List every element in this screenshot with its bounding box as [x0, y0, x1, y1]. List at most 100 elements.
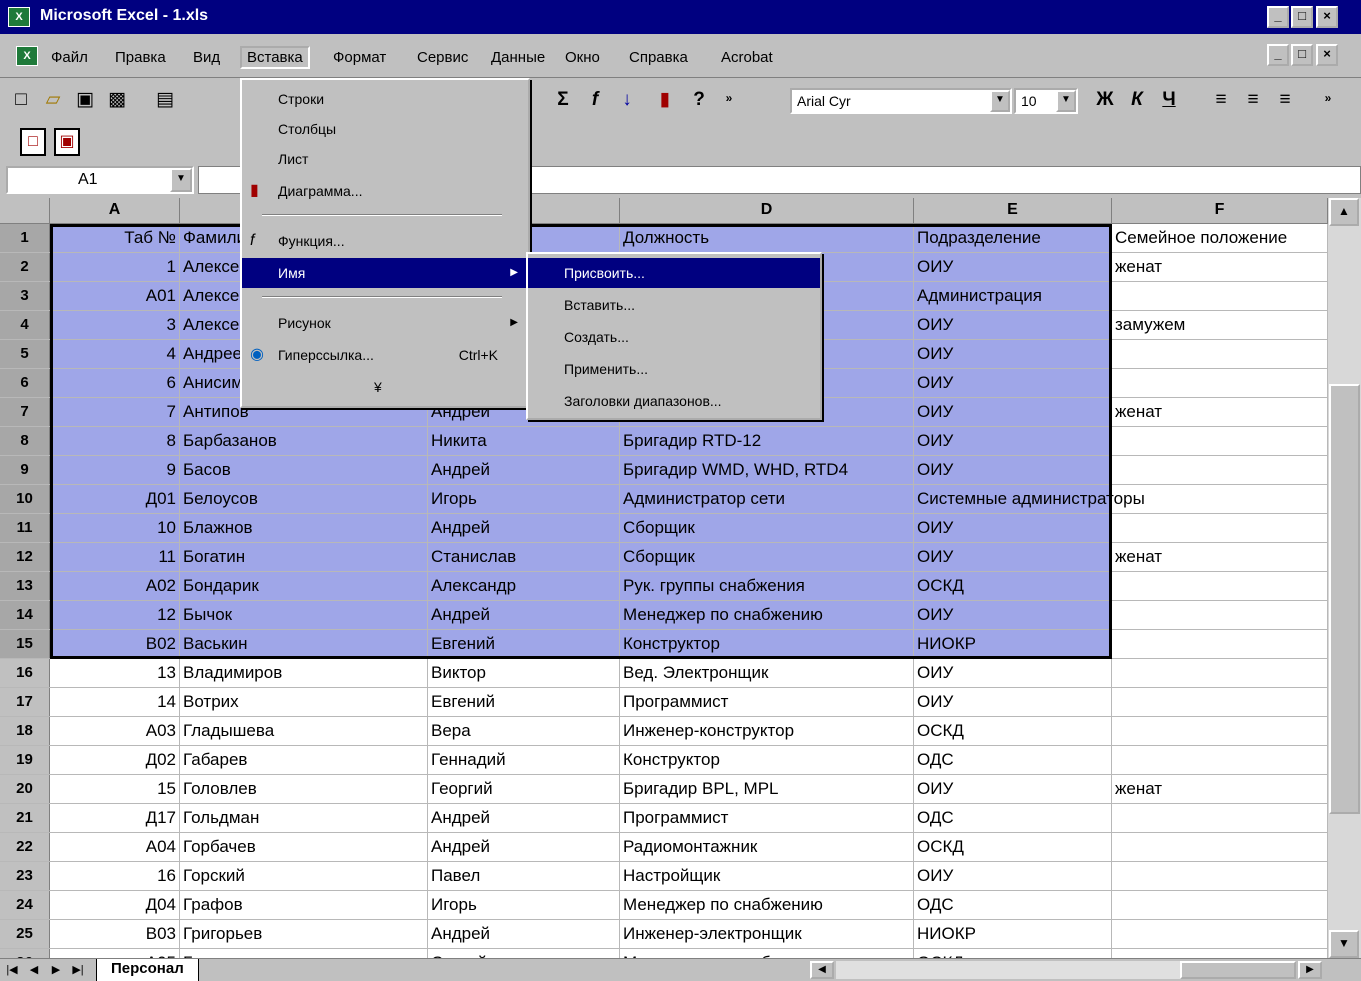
horizontal-scroll-thumb[interactable] [1180, 961, 1296, 979]
doc-restore-button[interactable]: □ [1291, 44, 1313, 66]
cell-d[interactable]: Вед. Электронщик [620, 659, 914, 687]
cell-a[interactable]: А05 [50, 949, 180, 958]
menu-edit[interactable]: Правка [110, 48, 171, 67]
new-icon[interactable]: □ [6, 86, 36, 116]
menu-item-labels[interactable]: Заголовки диапазонов... [528, 386, 820, 416]
menu-item-chart[interactable]: ▮ Диаграмма... [242, 176, 528, 206]
menu-item-columns[interactable]: Столбцы [242, 114, 528, 144]
font-size-select[interactable]: 10 ▼ [1014, 88, 1078, 114]
menu-item-hyperlink[interactable]: ◉ Гиперссылка... Ctrl+K [242, 340, 528, 370]
cell-f[interactable]: женат [1112, 775, 1328, 803]
menu-item-apply[interactable]: Применить... [528, 354, 820, 384]
cell-a[interactable]: А01 [50, 282, 180, 310]
cell-c[interactable]: Павел [428, 862, 620, 890]
menu-insert[interactable]: Вставка [240, 46, 310, 69]
cell-d[interactable]: Инженер-конструктор [620, 717, 914, 745]
cell-e[interactable]: ОИУ [914, 369, 1112, 397]
cell-e[interactable]: ОИУ [914, 398, 1112, 426]
cell-a[interactable]: 8 [50, 427, 180, 455]
cell-f[interactable] [1112, 804, 1328, 832]
cell-b[interactable]: Барбазанов [180, 427, 428, 455]
cell-b[interactable]: Басов [180, 456, 428, 484]
more-buttons-icon[interactable]: » [714, 84, 744, 114]
more-buttons-icon[interactable]: » [1318, 84, 1338, 114]
cell-d[interactable]: Сборщик [620, 514, 914, 542]
excel-icon[interactable]: X [8, 7, 30, 27]
row-header[interactable]: 22 [0, 833, 50, 861]
row-header[interactable]: 12 [0, 543, 50, 571]
row-header[interactable]: 2 [0, 253, 50, 281]
cell-f[interactable] [1112, 456, 1328, 484]
cell-a[interactable]: 14 [50, 688, 180, 716]
row-header[interactable]: 1 [0, 224, 50, 252]
cell-c[interactable]: Андрей [428, 833, 620, 861]
row-header[interactable]: 6 [0, 369, 50, 397]
cell-e[interactable]: ОИУ [914, 340, 1112, 368]
cell-a[interactable]: Д04 [50, 891, 180, 919]
row-header[interactable]: 5 [0, 340, 50, 368]
cell-e[interactable]: Подразделение [914, 224, 1112, 252]
cell-c[interactable]: Станислав [428, 543, 620, 571]
scroll-right-icon[interactable]: ▶ [1298, 961, 1322, 979]
cell-b[interactable]: Бычок [180, 601, 428, 629]
row-header[interactable]: 23 [0, 862, 50, 890]
cell-d[interactable]: Рук. группы снабжения [620, 572, 914, 600]
row-header[interactable]: 14 [0, 601, 50, 629]
row-header[interactable]: 18 [0, 717, 50, 745]
open-icon[interactable]: ▱ [38, 86, 68, 116]
minimize-button[interactable]: _ [1267, 6, 1289, 28]
menu-item-sheet[interactable]: Лист [242, 144, 528, 174]
row-header[interactable]: 10 [0, 485, 50, 513]
menu-window[interactable]: Окно [560, 48, 605, 67]
select-all-corner[interactable] [0, 198, 50, 224]
align-right-icon[interactable]: ≡ [1270, 86, 1300, 116]
cell-a[interactable]: 4 [50, 340, 180, 368]
save-icon[interactable]: ▣ [70, 86, 100, 116]
cell-e[interactable]: ОИУ [914, 514, 1112, 542]
cell-d[interactable]: Бригадир BPL, MPL [620, 775, 914, 803]
cell-f[interactable] [1112, 891, 1328, 919]
cell-d[interactable]: Конструктор [620, 630, 914, 658]
cell-a[interactable]: 13 [50, 659, 180, 687]
cell-e[interactable]: ОИУ [914, 543, 1112, 571]
bold-button[interactable]: Ж [1090, 86, 1120, 116]
cell-c[interactable]: Евгений [428, 688, 620, 716]
cell-e[interactable]: ОИУ [914, 862, 1112, 890]
chart-wizard-icon[interactable]: ▮ [650, 86, 680, 116]
cell-e[interactable]: ОИУ [914, 427, 1112, 455]
cell-b[interactable]: Блажнов [180, 514, 428, 542]
pdf-email-icon[interactable]: ▣ [54, 128, 80, 156]
scroll-thumb[interactable] [1329, 384, 1360, 814]
cell-d[interactable]: Радиомонтажник [620, 833, 914, 861]
cell-e[interactable]: ОСКД [914, 949, 1112, 958]
sort-icon[interactable]: ↓ [612, 86, 642, 116]
column-header-d[interactable]: D [620, 198, 914, 224]
cell-c[interactable]: Геннадий [428, 746, 620, 774]
cell-e[interactable]: ОСКД [914, 833, 1112, 861]
cell-c[interactable]: Вера [428, 717, 620, 745]
cell-c[interactable]: Андрей [428, 920, 620, 948]
row-header[interactable]: 13 [0, 572, 50, 600]
cell-c[interactable]: Георгий [428, 775, 620, 803]
cell-b[interactable]: Богатин [180, 543, 428, 571]
cell-e[interactable]: ОДС [914, 746, 1112, 774]
align-left-icon[interactable]: ≡ [1206, 86, 1236, 116]
cell-c[interactable]: Игорь [428, 485, 620, 513]
menu-data[interactable]: Данные [486, 48, 550, 67]
cell-f[interactable] [1112, 659, 1328, 687]
cell-c[interactable]: Виктор [428, 659, 620, 687]
cell-e[interactable]: Администрация [914, 282, 1112, 310]
cell-d[interactable]: Менеджер по снабжению [620, 601, 914, 629]
cell-a[interactable]: Д17 [50, 804, 180, 832]
cell-d[interactable]: Программист [620, 688, 914, 716]
row-header[interactable]: 20 [0, 775, 50, 803]
cell-d[interactable]: Сборщик [620, 543, 914, 571]
cell-a[interactable]: А03 [50, 717, 180, 745]
cell-c[interactable]: Игорь [428, 891, 620, 919]
cell-f[interactable] [1112, 340, 1328, 368]
column-header-e[interactable]: E [914, 198, 1112, 224]
cell-c[interactable]: Евгений [428, 630, 620, 658]
cell-e[interactable]: ОИУ [914, 688, 1112, 716]
cell-d[interactable]: Конструктор [620, 746, 914, 774]
column-header-a[interactable]: A [50, 198, 180, 224]
